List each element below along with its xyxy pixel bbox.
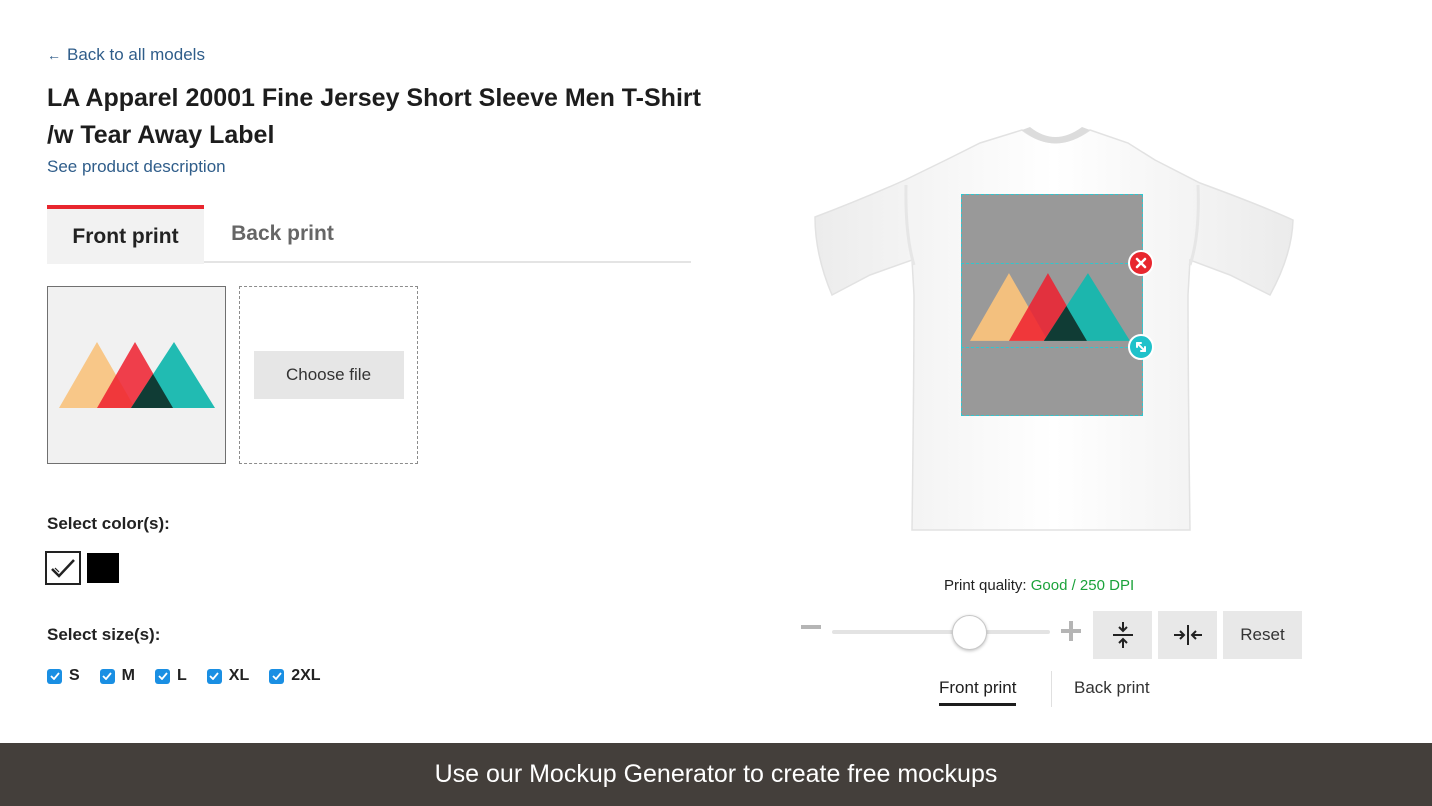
mockup-generator-banner[interactable]: Use our Mockup Generator to create free …	[0, 743, 1432, 806]
product-title: LA Apparel 20001 Fine Jersey Short Sleev…	[47, 84, 701, 149]
zoom-slider[interactable]	[832, 630, 1050, 634]
view-tab-divider	[1051, 671, 1052, 707]
zoom-in-button[interactable]	[1060, 620, 1082, 642]
checkbox-checked-icon[interactable]	[47, 668, 62, 684]
remove-design-button[interactable]	[1128, 250, 1154, 276]
color-swatch-white[interactable]	[45, 551, 81, 585]
align-vertical-center-icon	[1112, 622, 1133, 648]
back-arrow-icon: ←	[47, 47, 61, 63]
print-quality-value: Good / 250 DPI	[1030, 577, 1135, 594]
view-tab-front-print[interactable]: Front print	[939, 678, 1017, 706]
plus-icon	[1061, 621, 1081, 641]
checkbox-checked-icon[interactable]	[99, 668, 115, 684]
see-product-description-link[interactable]: See product description	[47, 157, 226, 177]
uploaded-design-thumbnail[interactable]	[47, 286, 226, 464]
mountains-design-image	[58, 342, 215, 408]
select-sizes-label: Select size(s):	[47, 625, 161, 644]
mountains-design-image	[970, 273, 1130, 341]
tab-front-print[interactable]: Front print	[47, 205, 204, 264]
back-link-label: Back to all models	[67, 45, 205, 64]
size-label: S	[69, 667, 80, 684]
center-vertically-button[interactable]	[1093, 611, 1152, 659]
size-label: 2XL	[291, 667, 321, 684]
choose-file-button[interactable]: Choose file	[253, 351, 404, 399]
zoom-out-button[interactable]	[800, 616, 822, 638]
reset-button[interactable]: Reset	[1223, 611, 1302, 659]
zoom-slider-handle[interactable]	[952, 615, 987, 650]
checkbox-checked-icon[interactable]	[155, 668, 170, 684]
select-colors-label: Select color(s):	[47, 514, 170, 533]
size-label: XL	[228, 667, 250, 684]
tab-back-print[interactable]: Back print	[210, 205, 355, 263]
checkbox-checked-icon[interactable]	[206, 668, 222, 684]
size-option-xl[interactable]: XL	[206, 667, 250, 685]
size-checkbox-list: S M L XL 2XL	[47, 667, 341, 685]
size-label: M	[121, 667, 135, 684]
color-swatch-list	[45, 551, 119, 585]
size-label: L	[177, 667, 187, 684]
minus-icon	[801, 625, 821, 629]
size-option-2xl[interactable]: 2XL	[269, 667, 321, 685]
close-icon	[1135, 257, 1147, 269]
print-side-tabs: Front print Back print	[47, 205, 691, 264]
size-option-m[interactable]: M	[99, 667, 135, 685]
checkbox-checked-icon[interactable]	[269, 668, 285, 684]
placed-design[interactable]	[961, 263, 1143, 348]
resize-design-handle[interactable]	[1128, 334, 1154, 360]
center-horizontally-button[interactable]	[1158, 611, 1217, 659]
resize-icon	[1136, 342, 1146, 352]
color-swatch-black[interactable]	[87, 553, 119, 583]
view-tab-back-print[interactable]: Back print	[1074, 678, 1150, 698]
print-quality-label: Print quality:	[944, 577, 1027, 594]
checkmark-icon	[51, 559, 75, 578]
size-option-s[interactable]: S	[47, 667, 80, 685]
align-horizontal-center-icon	[1173, 625, 1202, 645]
size-option-l[interactable]: L	[155, 667, 187, 685]
upload-dropzone[interactable]: Choose file	[239, 286, 418, 464]
print-quality: Print quality: Good / 250 DPI	[944, 577, 1134, 594]
back-to-all-models-link[interactable]: ← Back to all models	[47, 45, 205, 65]
